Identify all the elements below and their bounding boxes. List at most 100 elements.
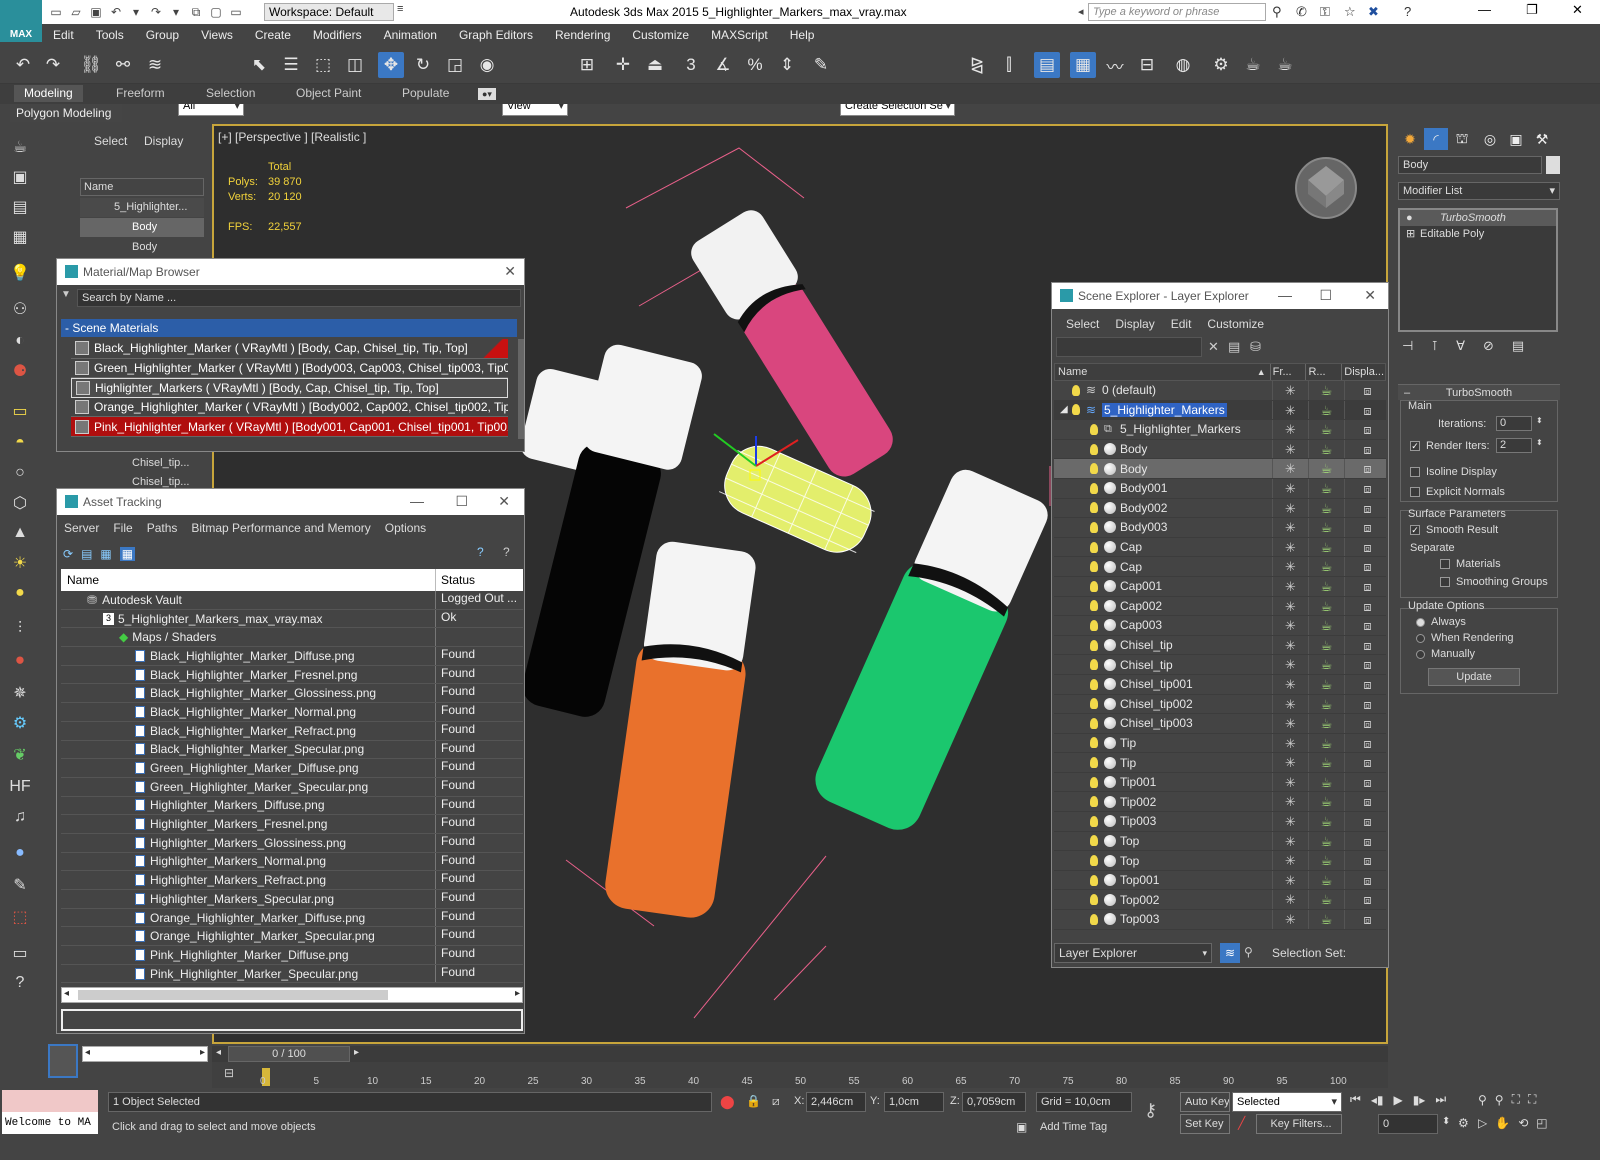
time-tag-icon[interactable]: ▣ [1016,1120,1027,1134]
hierarchy-mode-icon[interactable]: ⚲ [1244,945,1253,959]
make-unique-icon[interactable]: ∀ [1456,338,1465,354]
freeze-icon[interactable]: ✳ [1272,890,1308,910]
manipulate-icon[interactable]: ✛ [610,52,636,78]
plant-icon[interactable]: ❦ [9,744,31,766]
workspace-menu-icon[interactable]: ≡ [397,3,409,21]
freeze-icon[interactable]: ✳ [1272,851,1308,870]
toggle-scene-explorer-icon[interactable]: ▤ [1034,52,1060,78]
browser-options-icon[interactable]: ▼ [61,289,73,300]
close-icon[interactable]: ✕ [498,493,510,510]
key-filters-button[interactable]: Key Filters... [1256,1114,1342,1134]
x-icon[interactable]: ✖ [1368,4,1379,20]
layer-object-row[interactable]: Top ✳ ☕ ⧈ [1054,831,1386,852]
scroll-right-icon[interactable]: ▸ [515,988,520,999]
menu-rendering[interactable]: Rendering [544,24,621,46]
table-row[interactable]: Highlighter_Markers_Specular.png Found [61,890,523,909]
explicit-normals-checkbox[interactable]: Explicit Normals [1410,486,1505,498]
curve-editor-icon[interactable]: 〰 [1102,52,1128,78]
display-box-icon[interactable]: ⧈ [1344,400,1386,420]
layer-object-row[interactable]: Cap001 ✳ ☕ ⧈ [1054,576,1386,597]
close-icon[interactable]: ✕ [1364,287,1376,304]
scene-materials-group[interactable]: - Scene Materials [61,319,517,337]
visibility-bulb-icon[interactable] [1090,580,1098,592]
layer-object-row[interactable]: Chisel_tip003 ✳ ☕ ⧈ [1054,714,1386,734]
display-box-icon[interactable]: ⧈ [1344,381,1386,400]
iterations-spinner[interactable]: 0 [1496,416,1532,431]
layer-object-row[interactable]: Body ✳ ☕ ⧈ [1054,439,1386,460]
layer-options-icon[interactable]: ⛁ [1250,339,1261,355]
render-teapot-icon[interactable]: ☕ [1308,674,1344,694]
render-teapot-icon[interactable]: ☕ [1308,557,1344,576]
menu-group[interactable]: Group [135,24,190,46]
freeze-icon[interactable]: ✳ [1272,518,1308,537]
visibility-bulb-icon[interactable] [1090,482,1098,494]
display-box-icon[interactable]: ⧈ [1344,674,1386,694]
material-item[interactable]: Highlighter_Markers ( VRayMtl ) [Body, C… [71,378,508,398]
spinner-arrows-icon[interactable]: ⬍ [1536,438,1543,447]
speaker-icon[interactable]: ◐ [9,330,31,352]
display-box-icon[interactable]: ⧈ [1344,910,1386,929]
freeze-icon[interactable]: ✳ [1272,812,1308,831]
select-and-place-icon[interactable]: ◉ [474,52,500,78]
modify-tab-icon[interactable]: ◜ [1424,128,1448,150]
rectangular-selection-icon[interactable]: ⬚ [310,52,336,78]
scene-panel-scrollbar[interactable]: ◂ ▸ [82,1046,208,1062]
visibility-bulb-icon[interactable] [1090,659,1098,671]
close-icon[interactable]: ✕ [1572,2,1583,18]
asset-tracking-titlebar[interactable]: Asset Tracking — ☐ ✕ [57,489,524,515]
render-teapot-icon[interactable]: ☕ [1308,518,1344,537]
display-box-icon[interactable]: ⧈ [1344,616,1386,635]
display-box-icon[interactable]: ⧈ [1344,831,1386,851]
motion-tab-icon[interactable]: ◎ [1478,128,1502,150]
update-button[interactable]: Update [1428,668,1520,686]
snaps-toggle-icon[interactable]: 3 [678,52,704,78]
layer-object-row[interactable]: Tip003 ✳ ☕ ⧈ [1054,812,1386,832]
freeze-icon[interactable]: ✳ [1272,792,1308,812]
scene-panel-tab-select[interactable]: Select [94,134,127,148]
display-box-icon[interactable]: ⧈ [1344,812,1386,831]
open-icon[interactable]: ▱ [66,3,86,21]
utilities-tab-icon[interactable]: ⚒ [1530,128,1554,150]
freeze-icon[interactable]: ✳ [1272,576,1308,596]
spinner-snap-icon[interactable]: ⇕ [774,52,800,78]
layer-object-row[interactable]: Tip001 ✳ ☕ ⧈ [1054,772,1386,793]
settings-help-icon[interactable]: ? [503,545,510,559]
layer-menu-customize[interactable]: Customize [1199,317,1272,331]
freeze-icon[interactable]: ✳ [1272,674,1308,694]
layer-object-row[interactable]: Body002 ✳ ☕ ⧈ [1054,498,1386,519]
render-teapot-icon[interactable]: ☕ [1308,772,1344,792]
plane-icon[interactable]: ▭ [9,400,31,422]
field-of-view-icon[interactable]: ▷ [1478,1116,1487,1130]
maximize-icon[interactable]: ☐ [455,493,468,510]
freeze-icon[interactable]: ✳ [1272,753,1308,772]
workspace-dropdown[interactable]: Workspace: Default [264,3,394,21]
redo-icon[interactable]: ↷ [40,52,66,78]
table-row[interactable]: Black_Highlighter_Marker_Fresnel.png Foun… [61,665,523,685]
ribbon-polygon-modeling[interactable]: Polygon Modeling [10,104,122,122]
layer-object-row[interactable]: Cap002 ✳ ☕ ⧈ [1054,596,1386,617]
render-teapot-icon[interactable]: ☕ [1308,498,1344,518]
visibility-bulb-icon[interactable] [1090,619,1098,631]
display-box-icon[interactable]: ⧈ [1344,439,1386,459]
grid-panel-icon[interactable]: ▦ [9,226,31,248]
freeze-icon[interactable]: ✳ [1272,733,1308,753]
layer-object-row[interactable]: Top ✳ ☕ ⧈ [1054,851,1386,871]
link-icon[interactable]: ⛓ [78,52,104,78]
object-color-swatch[interactable] [1546,156,1560,174]
subscription-icon[interactable]: ⚿ [1320,4,1330,20]
help-icon[interactable]: ? [477,545,484,559]
scene-panel-item[interactable]: 5_Highlighter... [80,198,204,217]
layer-object-row[interactable]: Chisel_tip ✳ ☕ ⧈ [1054,635,1386,656]
select-and-scale-icon[interactable]: ◲ [442,52,468,78]
render-teapot-icon[interactable]: ☕ [1308,753,1344,772]
column-header-freeze[interactable]: Fr... [1269,364,1306,380]
zoom-all-icon[interactable]: ⚲ [1495,1093,1504,1107]
sphere-icon[interactable]: ○ [9,462,31,484]
display-box-icon[interactable]: ⧈ [1344,792,1386,812]
particle-icon[interactable]: ⚫ [9,650,31,672]
display-box-icon[interactable]: ⧈ [1344,714,1386,733]
asset-horizontal-scrollbar[interactable]: ◂ ▸ [61,987,523,1003]
visibility-bulb-icon[interactable] [1090,423,1098,435]
layer-menu-display[interactable]: Display [1107,317,1162,331]
save-icon[interactable]: ▣ [86,3,106,21]
